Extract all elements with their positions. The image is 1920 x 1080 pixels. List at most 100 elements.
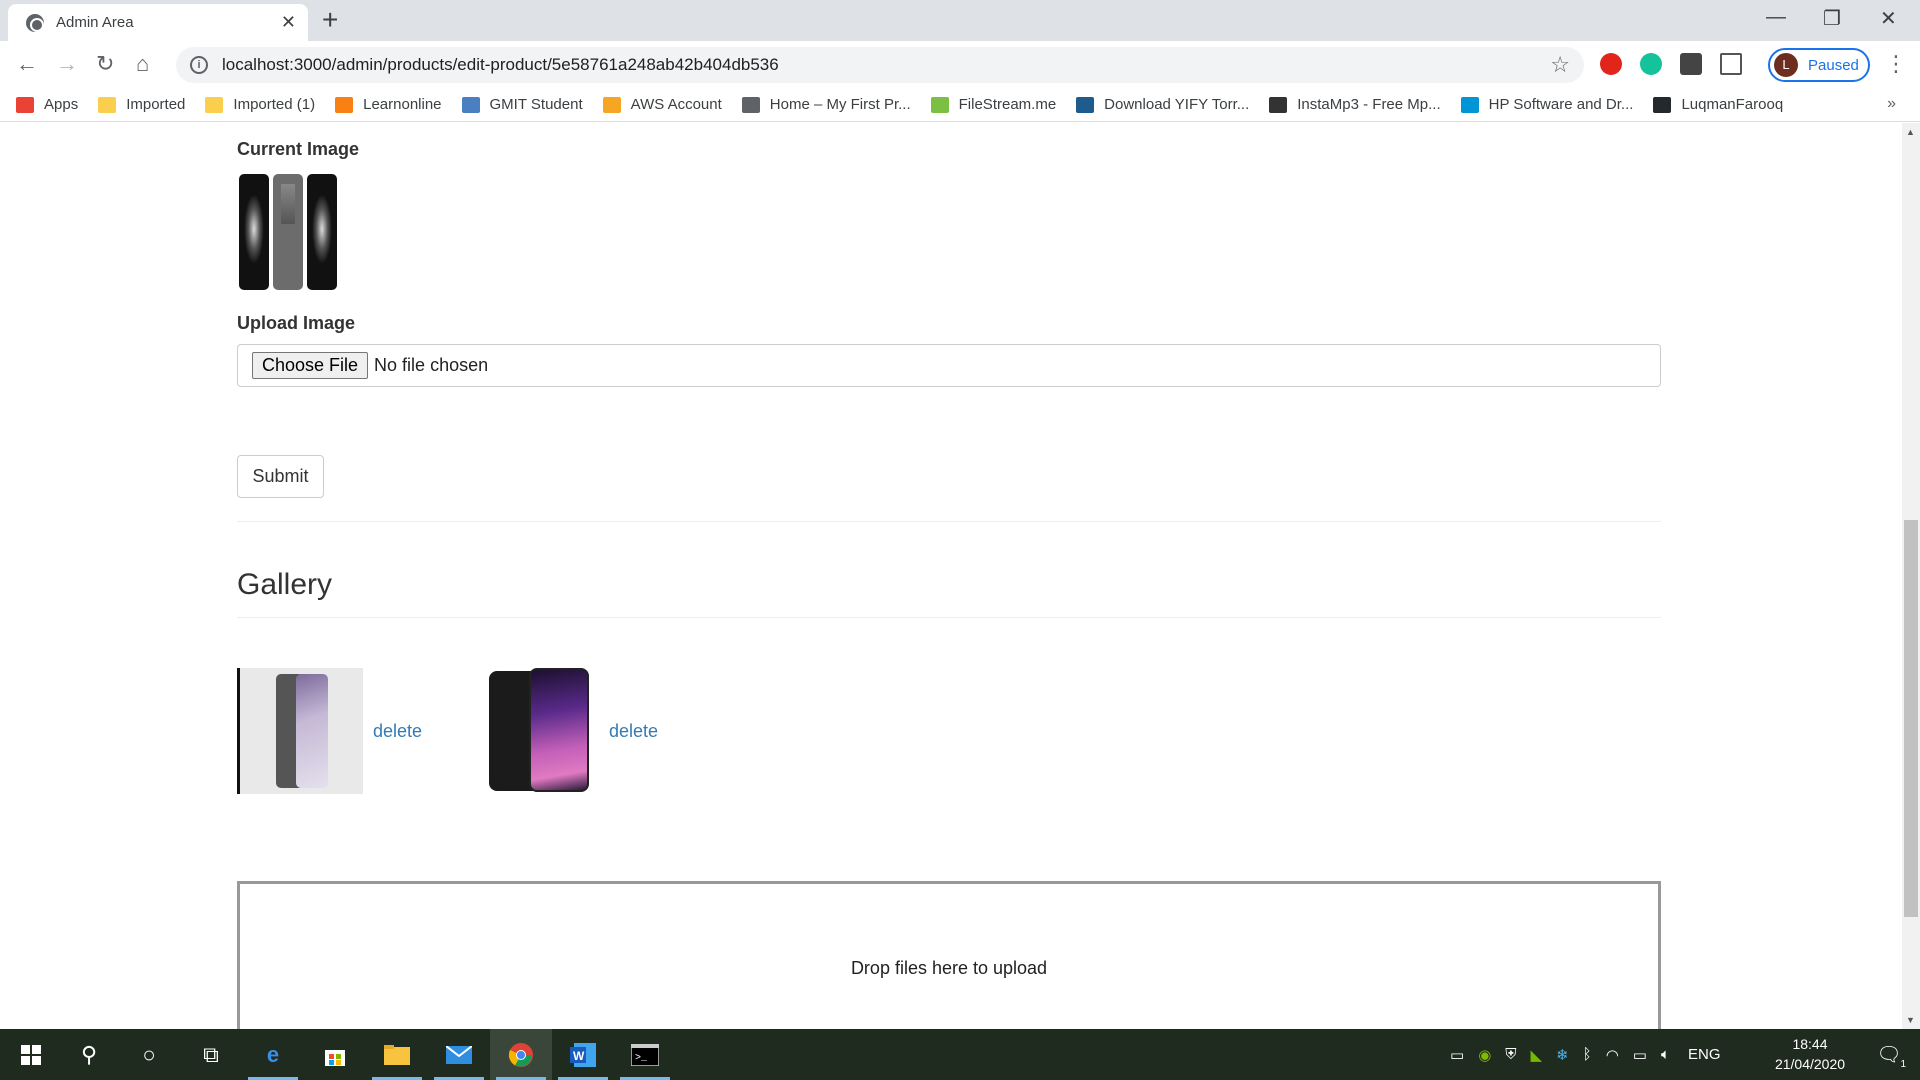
- gallery-item: delete: [237, 668, 422, 794]
- word-icon[interactable]: W: [552, 1029, 614, 1080]
- bookmark-item[interactable]: Learnonline: [335, 96, 442, 113]
- battery-icon[interactable]: ▭: [1633, 1046, 1647, 1064]
- bookmark-item[interactable]: InstaMp3 - Free Mp...: [1269, 96, 1441, 113]
- file-upload-field[interactable]: Choose File No file chosen: [237, 344, 1661, 387]
- bookmark-label: Imported: [126, 96, 186, 113]
- moodle-icon: [335, 96, 354, 113]
- svg-text:W: W: [573, 1049, 585, 1063]
- clock-time: 18:44: [1792, 1036, 1828, 1052]
- url-text: localhost:3000/admin/products/edit-produ…: [222, 55, 779, 74]
- store-icon[interactable]: [304, 1029, 366, 1080]
- volume-icon[interactable]: 🔈︎: [1661, 1046, 1670, 1063]
- task-view-icon[interactable]: ⧉: [180, 1029, 242, 1080]
- language-indicator[interactable]: ENG: [1688, 1046, 1721, 1063]
- mail-icon[interactable]: [428, 1029, 490, 1080]
- phone-front-shape: [296, 674, 328, 788]
- profile-button[interactable]: L Paused: [1768, 48, 1870, 82]
- terminal-icon[interactable]: >_: [614, 1029, 676, 1080]
- onedrive-icon[interactable]: ◉: [1478, 1046, 1491, 1064]
- bookmark-item[interactable]: FileStream.me: [930, 96, 1057, 113]
- wordpress-icon: [741, 96, 760, 113]
- nvidia-icon[interactable]: ◣: [1531, 1046, 1543, 1064]
- bookmarks-bar: Apps Imported Imported (1) Learnonline GMIT …: [0, 88, 1920, 122]
- bookmark-label: FileStream.me: [958, 96, 1057, 113]
- bookmark-label: InstaMp3 - Free Mp...: [1297, 96, 1441, 113]
- notifications-icon[interactable]: 🗨︎ 1: [1858, 1029, 1920, 1080]
- bluetooth-icon[interactable]: ᛒ: [1583, 1046, 1592, 1063]
- bookmark-label: GMIT Student: [489, 96, 583, 113]
- scroll-up-icon[interactable]: ▲: [1906, 127, 1915, 137]
- bookmark-star-icon[interactable]: ☆: [1550, 52, 1570, 78]
- bookmark-item[interactable]: GMIT Student: [461, 96, 583, 113]
- adblock-extension-icon[interactable]: [1600, 53, 1622, 75]
- grammarly-extension-icon[interactable]: [1640, 53, 1662, 75]
- windows-start-icon[interactable]: [0, 1029, 62, 1080]
- bookmark-item[interactable]: Download YIFY Torr...: [1076, 96, 1249, 113]
- restore-icon[interactable]: ❐: [1823, 6, 1841, 31]
- chrome-icon[interactable]: [490, 1029, 552, 1080]
- tab-admin-area[interactable]: Admin Area ✕: [8, 4, 308, 41]
- phone-image-front: [239, 174, 269, 290]
- bookmark-label: Download YIFY Torr...: [1104, 96, 1250, 113]
- dropzone[interactable]: Drop files here to upload: [237, 881, 1661, 1029]
- bookmark-label: AWS Account: [630, 96, 722, 113]
- bookmark-label: LuqmanFarooq: [1681, 96, 1784, 113]
- edge-icon[interactable]: e: [242, 1029, 304, 1080]
- bookmark-item[interactable]: HP Software and Dr...: [1460, 96, 1634, 113]
- globe-icon: [26, 13, 44, 32]
- scroll-down-icon[interactable]: ▼: [1906, 1015, 1915, 1025]
- page-scrollbar[interactable]: ▲ ▼: [1902, 123, 1920, 1029]
- defender-shield-icon[interactable]: ⛨: [1505, 1046, 1516, 1063]
- filestream-icon: [930, 96, 949, 113]
- home-icon[interactable]: ⌂: [136, 51, 149, 77]
- bookmark-label: HP Software and Dr...: [1488, 96, 1634, 113]
- window-close-icon[interactable]: ✕: [1880, 6, 1897, 31]
- delete-link[interactable]: delete: [373, 721, 422, 742]
- current-product-image: [239, 171, 361, 293]
- back-arrow-icon[interactable]: ←: [16, 51, 38, 77]
- submit-button[interactable]: Submit: [237, 455, 324, 498]
- snowflake-icon[interactable]: ❄: [1556, 1046, 1569, 1064]
- minimize-icon[interactable]: —: [1766, 6, 1786, 29]
- document-extension-icon[interactable]: [1720, 53, 1742, 75]
- system-tray: ▭ ◉ ⛨ ◣ ❄ ᛒ ◠ ▭ 🔈︎ ENG: [1450, 1029, 1721, 1080]
- address-bar[interactable]: i localhost:3000/admin/products/edit-pro…: [176, 47, 1584, 83]
- wifi-icon[interactable]: ◠: [1606, 1046, 1619, 1064]
- search-icon[interactable]: ⚲: [58, 1029, 120, 1080]
- bookmark-label: Learnonline: [363, 96, 442, 113]
- menu-kebab-icon[interactable]: ⋮: [1885, 51, 1907, 77]
- gmit-icon: [461, 96, 480, 113]
- apps-grid-icon: [16, 96, 34, 113]
- phone-front-shape: [529, 668, 589, 792]
- bookmark-item[interactable]: Apps: [16, 96, 78, 113]
- selenium-extension-icon[interactable]: [1680, 53, 1702, 75]
- github-icon: [1653, 96, 1672, 113]
- tab-close-icon[interactable]: ✕: [281, 12, 296, 33]
- bookmark-item[interactable]: AWS Account: [602, 96, 722, 113]
- gallery-title: Gallery: [237, 568, 333, 601]
- bookmark-item[interactable]: Imported (1): [205, 96, 315, 113]
- new-tab-button[interactable]: +: [322, 6, 338, 34]
- cortana-icon[interactable]: ○: [118, 1029, 180, 1080]
- bookmark-label: Apps: [44, 96, 79, 113]
- bookmark-item[interactable]: Home – My First Pr...: [741, 96, 911, 113]
- clock[interactable]: 18:44 21/04/2020: [1760, 1034, 1860, 1074]
- hp-icon: [1460, 96, 1479, 113]
- notification-count: 1: [1900, 1059, 1906, 1070]
- bookmark-item[interactable]: Imported: [98, 96, 185, 113]
- choose-file-button[interactable]: Choose File: [252, 352, 369, 379]
- bookmarks-overflow-icon[interactable]: »: [1887, 95, 1896, 113]
- bookmark-item[interactable]: LuqmanFarooq: [1653, 96, 1783, 113]
- phone-image-back: [273, 174, 303, 290]
- gallery-item: delete: [485, 668, 658, 794]
- phone-image-side: [307, 174, 337, 290]
- upload-image-label: Upload Image: [237, 313, 356, 333]
- gallery-thumbnail: [237, 668, 363, 794]
- delete-link[interactable]: delete: [609, 721, 658, 742]
- network-drive-icon[interactable]: ▭: [1450, 1046, 1464, 1064]
- forward-arrow-icon[interactable]: →: [56, 51, 78, 77]
- file-explorer-icon[interactable]: [366, 1029, 428, 1080]
- reload-icon[interactable]: ↻: [96, 51, 114, 77]
- site-info-icon[interactable]: i: [190, 56, 208, 74]
- scrollbar-thumb[interactable]: [1904, 520, 1918, 917]
